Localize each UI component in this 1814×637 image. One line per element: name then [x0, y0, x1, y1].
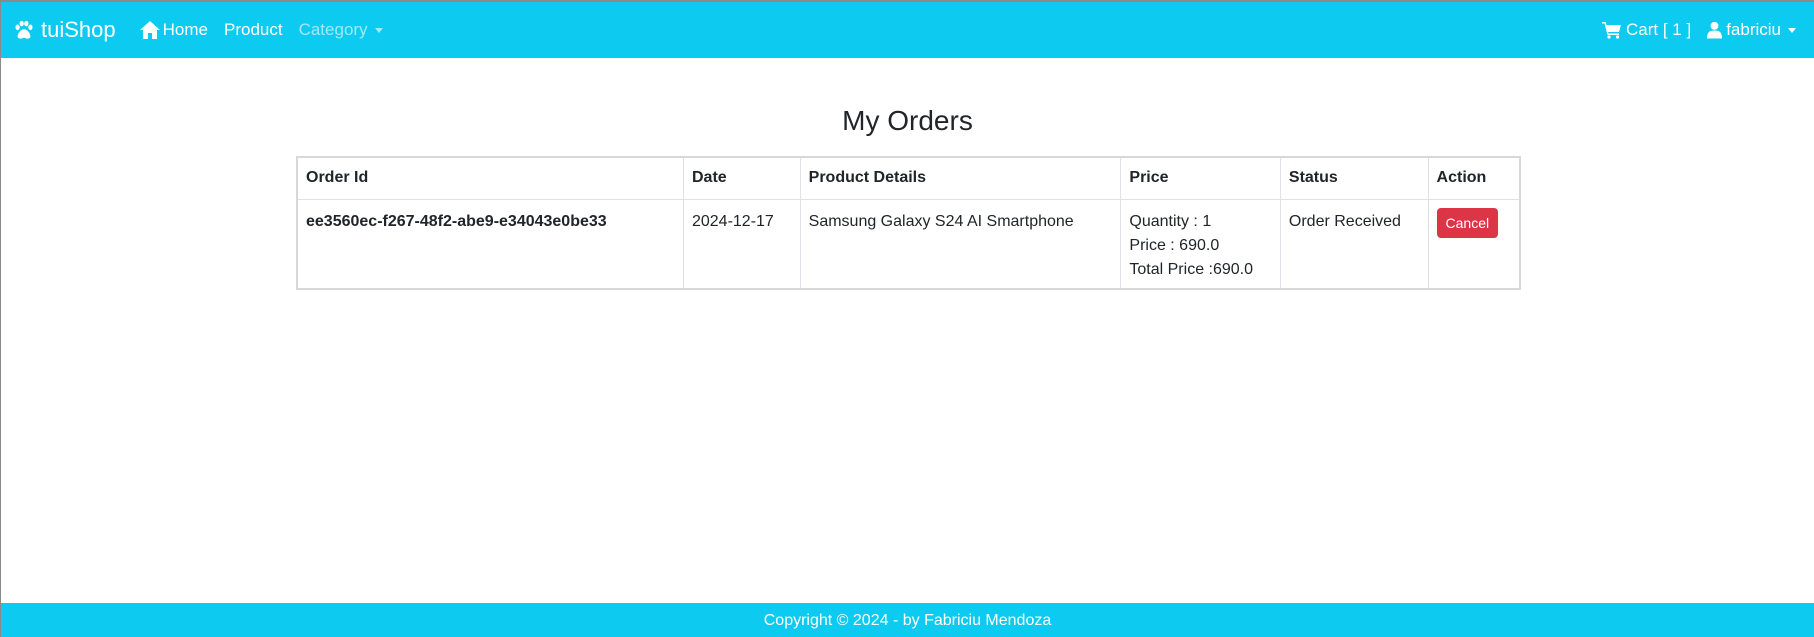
- cancel-order-button[interactable]: Cancel: [1436, 207, 1499, 238]
- page-title: My Orders: [842, 105, 973, 136]
- product-details-cell: Samsung Galaxy S24 AI Smartphone: [800, 199, 1122, 288]
- column-header-price: Price: [1120, 158, 1281, 200]
- nav-product[interactable]: Product: [224, 20, 283, 40]
- top-navbar: tuiShop Home Product Category Cart [ 1 ]: [1, 2, 1814, 58]
- table-row: ee3560ec-f267-48f2-abe9-e34043e0be33 202…: [298, 199, 1519, 288]
- unit-price-text: Price : 690.0: [1129, 236, 1220, 254]
- column-header-product-details: Product Details: [800, 158, 1122, 200]
- user-icon: [1707, 21, 1723, 39]
- nav-user-label: fabriciu: [1726, 20, 1781, 39]
- brand-name: tuiShop: [41, 17, 116, 42]
- brand-link[interactable]: tuiShop: [13, 17, 116, 43]
- nav-cart-label: Cart [ 1 ]: [1626, 20, 1692, 39]
- footer-copyright: Copyright © 2024 - by Fabriciu Mendoza: [763, 612, 1052, 629]
- quantity-text: Quantity : 1: [1129, 212, 1212, 230]
- nav-home[interactable]: Home: [139, 20, 208, 40]
- action-cell: Cancel: [1428, 199, 1519, 288]
- cart-icon: [1602, 22, 1621, 39]
- table-header-row: Order Id Date Product Details Price Stat…: [298, 158, 1519, 200]
- status-cell: Order Received: [1280, 199, 1429, 288]
- home-icon: [139, 21, 160, 39]
- price-cell: Quantity : 1 Price : 690.0 Total Price :…: [1120, 199, 1281, 288]
- orders-table-container: Order Id Date Product Details Price Stat…: [296, 156, 1521, 290]
- column-header-order-id: Order Id: [298, 158, 684, 200]
- nav-cart[interactable]: Cart [ 1 ]: [1602, 20, 1691, 40]
- chevron-down-icon: [374, 27, 383, 33]
- nav-category-label: Category: [298, 20, 368, 39]
- nav-category-dropdown[interactable]: Category: [299, 20, 383, 40]
- nav-home-label: Home: [162, 20, 208, 39]
- footer: Copyright © 2024 - by Fabriciu Mendoza: [1, 603, 1814, 637]
- orders-table: Order Id Date Product Details Price Stat…: [298, 158, 1519, 288]
- order-id-cell: ee3560ec-f267-48f2-abe9-e34043e0be33: [298, 199, 684, 288]
- paw-icon: [15, 20, 33, 39]
- chevron-down-icon: [1788, 27, 1796, 33]
- total-price-text: Total Price :690.0: [1129, 260, 1254, 278]
- nav-user-dropdown[interactable]: fabriciu: [1707, 20, 1796, 40]
- nav-product-label: Product: [223, 20, 283, 39]
- column-header-date: Date: [683, 158, 801, 200]
- order-date-cell: 2024-12-17: [683, 199, 801, 288]
- column-header-status: Status: [1280, 158, 1429, 200]
- column-header-action: Action: [1428, 158, 1519, 200]
